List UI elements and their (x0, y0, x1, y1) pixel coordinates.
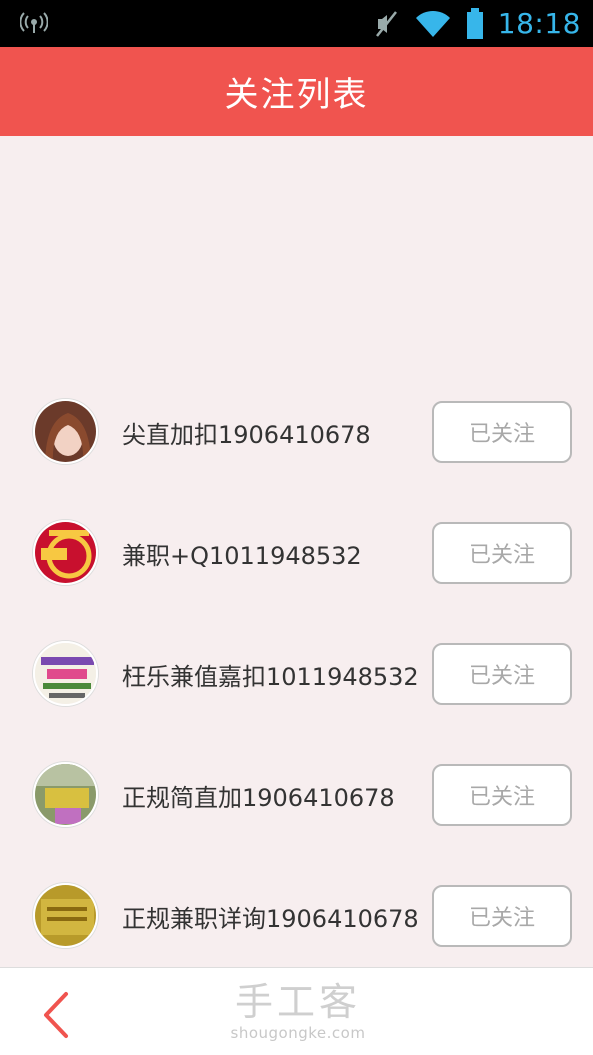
page-header: 关注列表 (0, 47, 593, 136)
user-name: 枉乐兼值嘉扣1011948532 (122, 663, 419, 691)
user-name: 尖直加扣1906410678 (122, 421, 371, 449)
signal-broadcast-icon (20, 12, 48, 33)
status-bar: 18:18 (0, 0, 593, 47)
user-name: 正规兼职详询1906410678 (122, 905, 419, 933)
watermark-en: shougongke.com (230, 1024, 366, 1042)
avatar[interactable] (33, 399, 98, 464)
list-item[interactable]: 枉乐兼值嘉扣1011948532 已关注 (0, 613, 593, 734)
battery-icon (466, 7, 483, 39)
wifi-icon (415, 10, 450, 37)
list-item[interactable]: 尖直加扣1906410678 已关注 (0, 371, 593, 492)
followed-button[interactable]: 已关注 (432, 764, 572, 826)
followed-button[interactable]: 已关注 (432, 401, 572, 463)
list-item[interactable]: 正规简直加1906410678 已关注 (0, 734, 593, 855)
status-time: 18:18 (497, 7, 581, 40)
page-title: 关注列表 (224, 75, 369, 115)
follow-list: 尖直加扣1906410678 已关注 兼职+Q1011948532 已关注 枉乐… (0, 371, 593, 976)
list-item[interactable]: 正规兼职详询1906410678 已关注 (0, 855, 593, 976)
followed-button[interactable]: 已关注 (432, 522, 572, 584)
avatar[interactable] (33, 641, 98, 706)
watermark-cn: 手工客 (234, 980, 361, 1024)
avatar[interactable] (33, 520, 98, 585)
status-icons: 18:18 (374, 0, 581, 47)
mute-icon (375, 10, 397, 37)
bottom-bar: 手工客 shougongke.com (0, 967, 593, 1055)
user-name: 正规简直加1906410678 (122, 784, 395, 812)
watermark: 手工客 shougongke.com (228, 980, 368, 1042)
followed-button[interactable]: 已关注 (432, 885, 572, 947)
user-name: 兼职+Q1011948532 (122, 542, 362, 570)
followed-button[interactable]: 已关注 (432, 643, 572, 705)
avatar[interactable] (33, 762, 98, 827)
avatar[interactable] (33, 883, 98, 948)
chevron-left-icon[interactable] (38, 990, 74, 1040)
list-item[interactable]: 兼职+Q1011948532 已关注 (0, 492, 593, 613)
